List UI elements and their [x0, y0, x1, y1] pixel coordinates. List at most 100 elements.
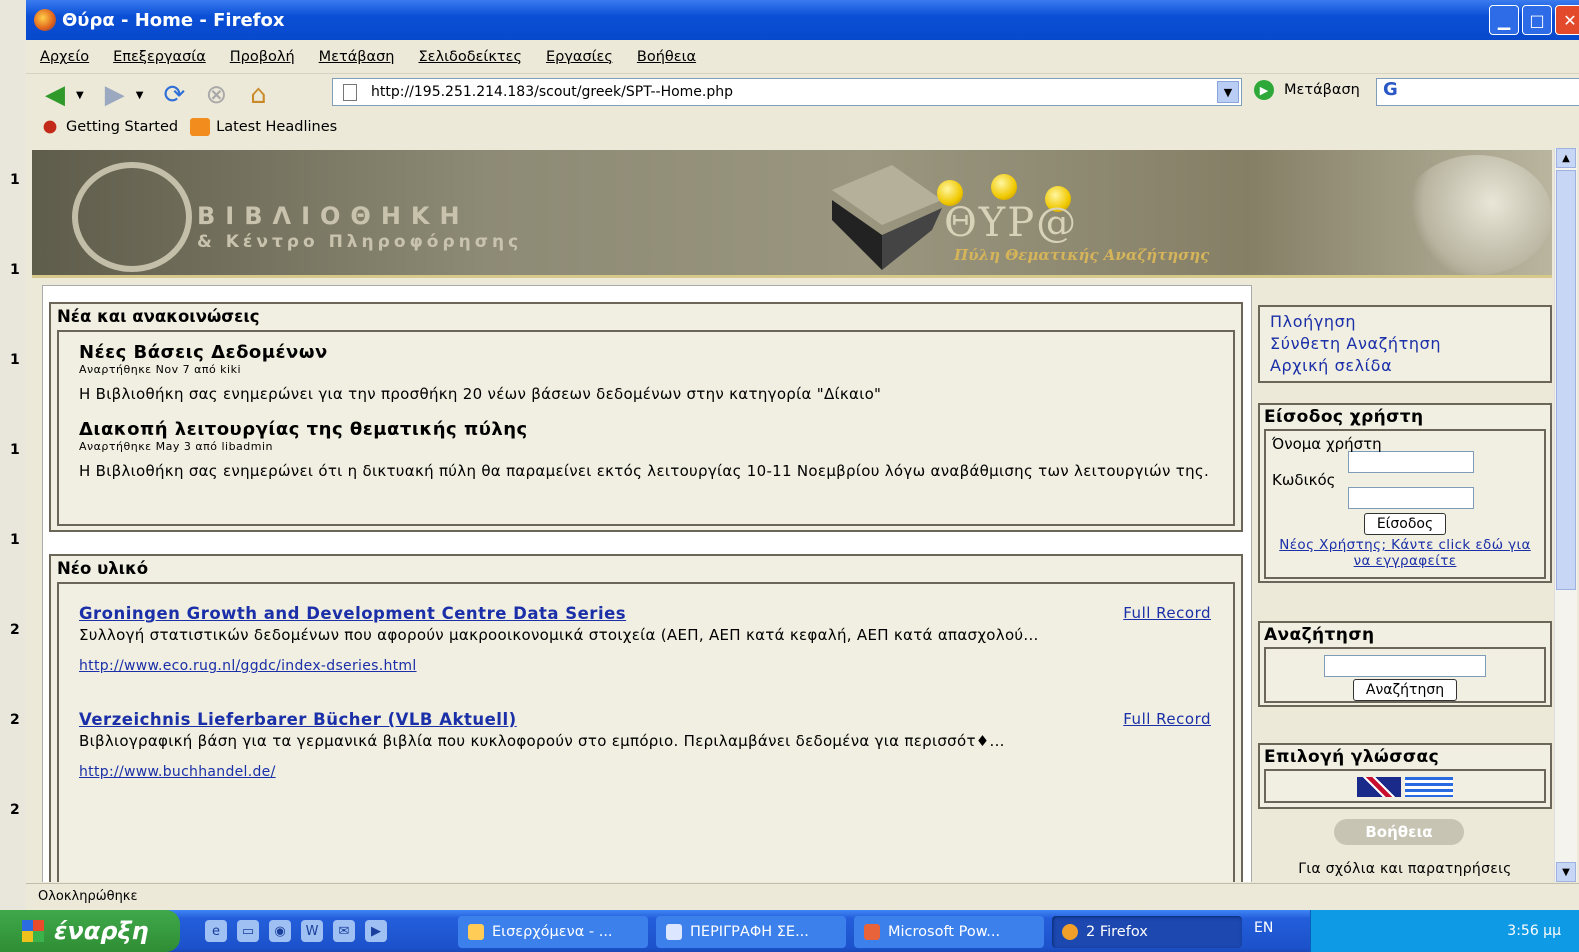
help-label: Βοήθεια [1365, 823, 1433, 841]
slide-number: 1 [10, 352, 20, 368]
menu-view[interactable]: Προβολή [230, 49, 295, 65]
search-box: Αναζήτηση Αναζήτηση [1258, 621, 1552, 707]
greek-flag-icon[interactable] [1405, 777, 1454, 797]
forward-dropdown-icon[interactable]: ▼ [136, 90, 144, 101]
powerpoint-task-icon [864, 924, 880, 940]
task-powerpoint[interactable]: Microsoft Pow... [854, 916, 1044, 948]
word-icon[interactable]: W [301, 920, 323, 942]
clock[interactable]: 3:56 μμ [1507, 923, 1561, 939]
menu-bookmarks[interactable]: Σελιδοδείκτες [418, 49, 521, 65]
main-content: Νέα και ανακοινώσεις Νέες Βάσεις Δεδομέν… [42, 285, 1252, 882]
media-icon[interactable]: ▶ [365, 920, 387, 942]
nav-browse-link[interactable]: Πλοήγηση [1270, 311, 1540, 333]
google-search-box[interactable]: G [1376, 78, 1579, 106]
slide-number: 2 [10, 712, 20, 728]
word-task-icon [666, 924, 682, 940]
menu-file[interactable]: Αρχείο [40, 49, 89, 65]
stop-icon[interactable]: ⊗ [199, 79, 233, 111]
forward-arrow-icon[interactable]: ▶ [98, 79, 132, 111]
ie-icon[interactable]: e [205, 920, 227, 942]
resource-description: Συλλογή στατιστικών δεδομένων που αφορού… [79, 626, 1039, 644]
back-arrow-icon[interactable]: ◀ [38, 79, 72, 111]
menu-edit[interactable]: Επεξεργασία [113, 49, 206, 65]
search-input[interactable] [1324, 655, 1486, 677]
start-button[interactable]: έναρξη [0, 910, 180, 952]
address-dropdown-icon[interactable]: ▼ [1217, 81, 1239, 103]
go-icon: ▶ [1254, 80, 1274, 100]
menu-go[interactable]: Μετάβαση [319, 49, 395, 65]
news-text: Η Βιβλιοθήκη σας ενημερώνει ότι η δικτυα… [79, 462, 1210, 480]
bookmark-latest-headlines[interactable]: Latest Headlines [216, 119, 337, 135]
globe-graphic [1402, 155, 1552, 275]
english-flag-icon[interactable] [1356, 777, 1401, 797]
login-button[interactable]: Είσοδος [1363, 513, 1447, 535]
language-indicator[interactable]: EN [1254, 920, 1273, 936]
resource-title-link[interactable]: Verzeichnis Lieferbarer Bücher (VLB Aktu… [79, 710, 517, 729]
slide-number: 1 [10, 532, 20, 548]
bookmark-getting-started[interactable]: Getting Started [66, 119, 178, 135]
slide-number: 1 [10, 442, 20, 458]
news-title: Νέες Βάσεις Δεδομένων [79, 342, 328, 363]
cube-graphic [832, 165, 942, 270]
back-dropdown-icon[interactable]: ▼ [76, 90, 84, 101]
sidebar-nav-box: Πλοήγηση Σύνθετη Αναζήτηση Αρχική σελίδα [1258, 305, 1552, 383]
page-viewport: ΒΙΒΛΙΟΘΗΚΗ & Κέντρο Πληροφόρησης ΘΥΡ@ Πύ… [32, 150, 1552, 882]
menu-help[interactable]: Βοήθεια [637, 49, 696, 65]
comments-text: Για σχόλια και παρατηρήσεις [1298, 861, 1512, 877]
slide-number: 2 [10, 802, 20, 818]
scroll-thumb[interactable] [1556, 170, 1576, 590]
library-logo [72, 162, 192, 272]
windows-logo-icon [22, 920, 44, 942]
language-box: Επιλογή γλώσσας [1258, 743, 1552, 809]
nav-home-link[interactable]: Αρχική σελίδα [1270, 355, 1540, 377]
news-list: Νέες Βάσεις Δεδομένων Αναρτήθηκε Nov 7 α… [57, 330, 1235, 526]
address-bar[interactable]: http://195.251.214.183/scout/greek/SPT--… [332, 78, 1242, 106]
site-banner: ΒΙΒΛΙΟΘΗΚΗ & Κέντρο Πληροφόρησης ΘΥΡ@ Πύ… [32, 150, 1552, 278]
resource-url-link[interactable]: http://www.eco.rug.nl/ggdc/index-dseries… [79, 658, 1213, 674]
task-firefox[interactable]: 2 Firefox [1052, 916, 1242, 948]
resource-item: Groningen Growth and Development Centre … [59, 594, 1233, 674]
register-link[interactable]: Νέος Χρήστης; Κάντε click εδώ για να εγγ… [1272, 537, 1538, 569]
news-heading: Νέα και ανακοινώσεις [51, 304, 1241, 330]
page-scrollbar[interactable]: ▲ ▼ [1554, 148, 1577, 882]
nav-advanced-search-link[interactable]: Σύνθετη Αναζήτηση [1270, 333, 1540, 355]
outlook-icon[interactable]: ✉ [333, 920, 355, 942]
portal-name: ΘΥΡ@ [944, 200, 1079, 246]
full-record-link[interactable]: Full Record [1123, 604, 1211, 622]
resource-url-link[interactable]: http://www.buchhandel.de/ [79, 764, 1213, 780]
address-url: http://195.251.214.183/scout/greek/SPT--… [371, 84, 734, 100]
scroll-down-icon[interactable]: ▼ [1556, 862, 1576, 882]
portal-subtitle: Πύλη Θεματικής Αναζήτησης [954, 246, 1210, 264]
task-word[interactable]: ΠΕΡΙΓΡΑΦΗ ΣΕ... [656, 916, 846, 948]
full-record-link[interactable]: Full Record [1123, 710, 1211, 728]
reload-icon[interactable]: ⟳ [157, 79, 191, 111]
resource-title-link[interactable]: Groningen Growth and Development Centre … [79, 604, 626, 623]
resource-item: Verzeichnis Lieferbarer Bücher (VLB Aktu… [59, 700, 1233, 780]
rss-icon [190, 118, 211, 136]
maximize-button[interactable]: □ [1522, 5, 1552, 35]
title-bar[interactable]: Θύρα - Home - Firefox ▁ □ ✕ [26, 0, 1579, 40]
login-heading: Είσοδος χρήστη [1264, 407, 1424, 427]
password-field[interactable] [1348, 487, 1474, 509]
username-field[interactable] [1348, 451, 1474, 473]
menu-bar: Αρχείο Επεξεργασία Προβολή Μετάβαση Σελι… [26, 40, 1579, 74]
search-button[interactable]: Αναζήτηση [1352, 679, 1458, 701]
folder-icon[interactable]: ▭ [237, 920, 259, 942]
home-icon[interactable]: ⌂ [241, 79, 275, 111]
firefox-quick-icon[interactable]: ◉ [269, 920, 291, 942]
go-button[interactable]: ▶ Μετάβαση [1254, 80, 1360, 100]
windows-taskbar: έναρξη e ▭ ◉ W ✉ ▶ Εισερχόμενα - ... ΠΕΡ… [0, 910, 1579, 952]
close-button[interactable]: ✕ [1555, 5, 1579, 35]
help-button[interactable]: Βοήθεια [1334, 819, 1464, 845]
menu-tools[interactable]: Εργασίες [546, 49, 613, 65]
quick-launch: e ▭ ◉ W ✉ ▶ [205, 920, 387, 942]
library-subtitle: & Κέντρο Πληροφόρησης [197, 232, 523, 252]
news-title: Διακοπή λειτουργίας της θεματικής πύλης [79, 419, 528, 440]
task-outlook[interactable]: Εισερχόμενα - ... [458, 916, 648, 948]
sidebar: Πλοήγηση Σύνθετη Αναζήτηση Αρχική σελίδα… [1254, 285, 1552, 882]
scroll-up-icon[interactable]: ▲ [1556, 148, 1576, 168]
window-title: Θύρα - Home - Firefox [62, 9, 285, 31]
start-label: έναρξη [54, 917, 149, 945]
news-section: Νέα και ανακοινώσεις Νέες Βάσεις Δεδομέν… [49, 302, 1243, 532]
minimize-button[interactable]: ▁ [1489, 5, 1519, 35]
